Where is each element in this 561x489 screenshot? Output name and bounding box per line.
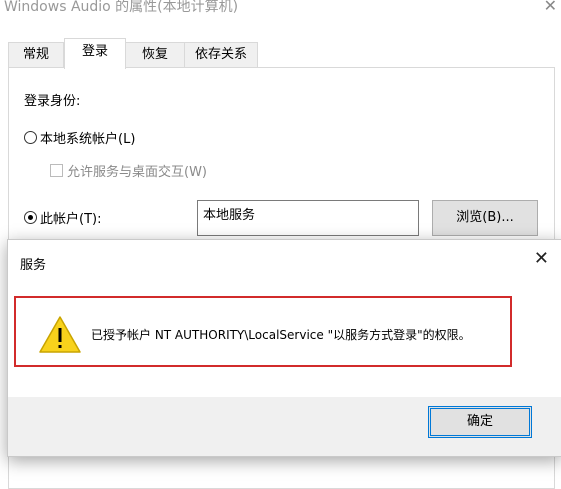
close-icon[interactable]: ✕ [534, 250, 549, 268]
message-dialog: 服务 ✕ 已授予帐户 NT AUTHORITY\LocalService "以服… [7, 239, 561, 457]
warning-icon [39, 316, 81, 353]
dialog-message: 已授予帐户 NT AUTHORITY\LocalService "以服务方式登录… [91, 328, 471, 342]
window-title-bar: Windows Audio 的属性(本地计算机) ✕ [0, 0, 561, 24]
tab-logon[interactable]: 登录 [64, 38, 126, 69]
logon-as-label: 登录身份: [24, 94, 81, 109]
window-title: Windows Audio 的属性(本地计算机) [4, 0, 239, 15]
local-system-label[interactable]: 本地系统帐户(L) [40, 128, 135, 147]
allow-desktop-label[interactable]: 允许服务与桌面交互(W) [67, 161, 207, 180]
window-close-icon[interactable]: ✕ [544, 0, 557, 15]
tab-dependencies[interactable]: 依存关系 [184, 42, 258, 67]
this-account-radio[interactable] [24, 211, 37, 224]
browse-button[interactable]: 浏览(B)... [432, 200, 538, 236]
local-system-radio[interactable] [24, 131, 37, 144]
ok-button[interactable]: 确定 [428, 406, 532, 438]
tab-recovery[interactable]: 恢复 [125, 42, 185, 67]
this-account-label[interactable]: 此帐户(T): [40, 208, 101, 227]
tab-strip: 常规 登录 恢复 依存关系 [8, 38, 553, 69]
tab-general[interactable]: 常规 [8, 42, 64, 67]
allow-desktop-checkbox[interactable] [50, 164, 63, 177]
radio-selected-dot [28, 215, 33, 220]
account-input[interactable]: 本地服务 [197, 200, 419, 236]
dialog-title: 服务 [20, 258, 47, 273]
